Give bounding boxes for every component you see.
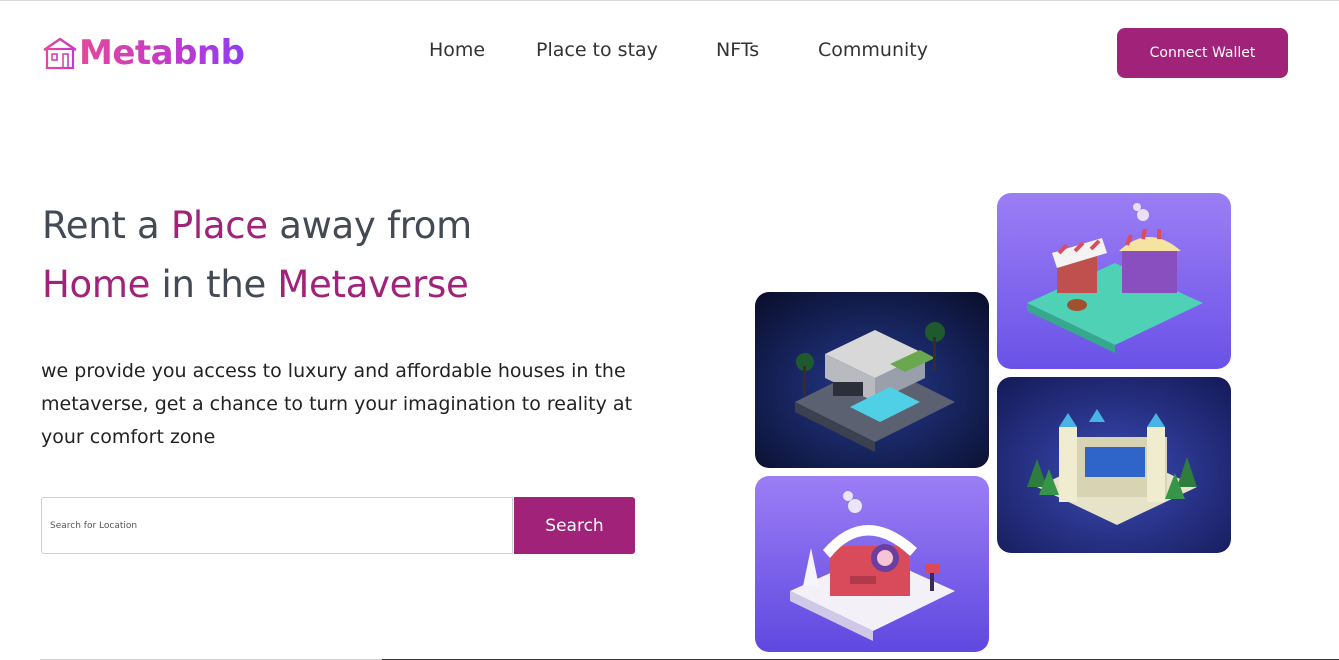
hero-title-text: in the [150,263,278,306]
castle-image [997,377,1231,553]
hero-description: we provide you access to luxury and affo… [41,360,633,448]
hero-title-accent: Place [170,204,268,247]
market-stall-image [997,193,1231,369]
hero-title: Rent a Place away from Home in the Metave… [42,196,472,314]
search-button[interactable]: Search [514,497,635,554]
nav-link-place-to-stay[interactable]: Place to stay [536,39,658,61]
nav-link-nfts[interactable]: NFTs [716,39,759,61]
nav-link-home[interactable]: Home [429,39,485,61]
hero-title-text: away from [267,204,472,247]
nav-link-community[interactable]: Community [818,39,928,61]
villa-image [755,292,989,468]
hero-title-accent: Home [42,263,151,306]
connect-wallet-button[interactable]: Connect Wallet [1117,28,1288,78]
landing-page: Metabnb Home Place to stay NFTs Communit… [0,0,1339,660]
hero-title-text: Rent a [42,204,171,247]
location-search-input[interactable] [41,497,513,554]
hero-title-accent: Metaverse [277,263,469,306]
snow-cabin-image [755,476,989,652]
